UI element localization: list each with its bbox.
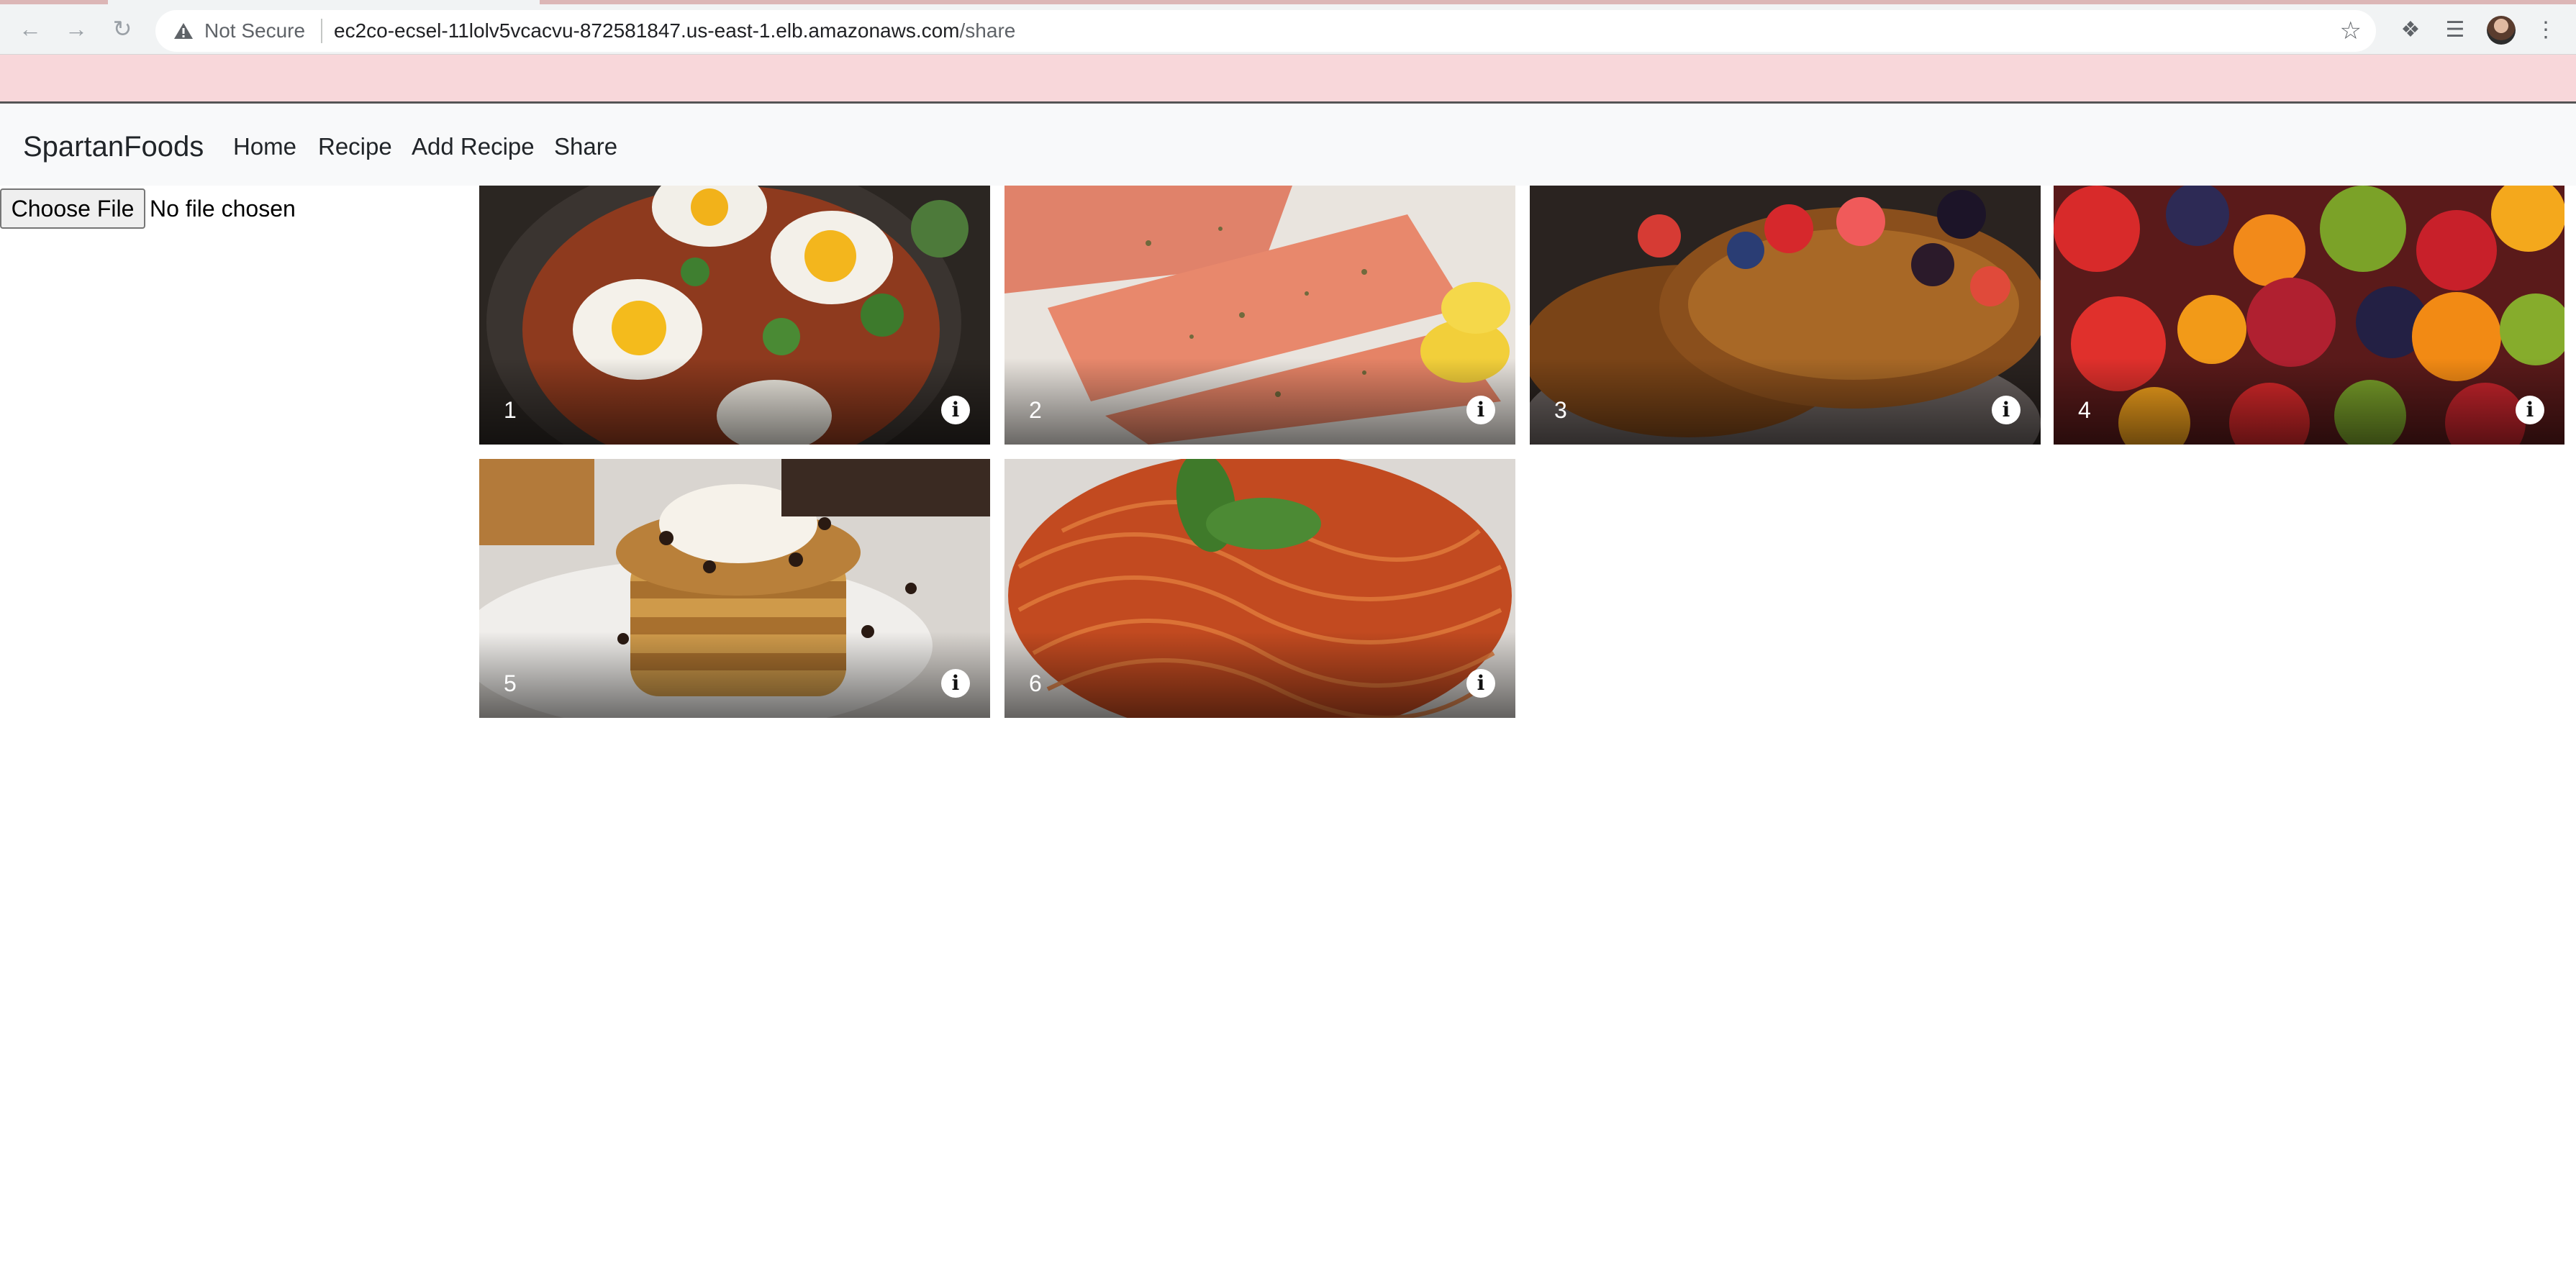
back-icon[interactable]: ← [16, 14, 45, 43]
caption-shade [2054, 358, 2564, 445]
item-number: 5 [504, 670, 517, 696]
info-icon[interactable]: i [941, 396, 970, 424]
nav-link-home[interactable]: Home [233, 132, 296, 161]
info-icon[interactable]: i [1466, 396, 1495, 424]
caption-shade [1004, 358, 1515, 445]
item-number: 6 [1029, 670, 1042, 696]
file-status: No file chosen [150, 196, 296, 222]
gallery-item[interactable]: 6 i [1004, 459, 1515, 718]
caption-shade [479, 632, 990, 718]
info-icon[interactable]: i [2516, 396, 2544, 424]
caption-shade [1530, 358, 2041, 445]
nav-link-recipe[interactable]: Recipe [318, 132, 392, 161]
active-tab[interactable] [108, 0, 540, 4]
item-number: 1 [504, 397, 517, 423]
url-path: /share [959, 19, 1016, 42]
item-number: 2 [1029, 397, 1042, 423]
divider [321, 19, 322, 43]
info-icon[interactable]: i [1992, 396, 2021, 424]
item-number: 3 [1554, 397, 1567, 423]
caption-shade [1004, 632, 1515, 718]
brand-logo[interactable]: SpartanFoods [23, 129, 204, 164]
forward-icon[interactable]: → [62, 14, 91, 43]
url-text[interactable]: ec2co-ecsel-11lolv5vcacvu-872581847.us-e… [334, 20, 1015, 42]
nav-link-add-recipe[interactable]: Add Recipe [412, 132, 535, 161]
gallery-item[interactable]: 3 i [1530, 186, 2041, 445]
gallery-item[interactable]: 5 i [479, 459, 990, 718]
reading-list-icon[interactable]: ☰ [2441, 16, 2470, 45]
alert-banner [0, 55, 2576, 104]
info-icon[interactable]: i [941, 669, 970, 698]
menu-icon[interactable]: ⋮ [2531, 16, 2560, 45]
bookmark-star-icon[interactable]: ☆ [2340, 19, 2362, 43]
navbar: SpartanFoods Home Recipe Add Recipe Shar… [0, 105, 2576, 186]
address-bar[interactable]: Not Secure ec2co-ecsel-11lolv5vcacvu-872… [155, 10, 2376, 52]
item-number: 4 [2078, 397, 2091, 423]
reload-icon[interactable]: ↻ [108, 14, 137, 43]
url-host: ec2co-ecsel-11lolv5vcacvu-872581847.us-e… [334, 19, 960, 42]
gallery-item[interactable]: 2 i [1004, 186, 1515, 445]
security-label: Not Secure [204, 19, 306, 42]
browser-toolbar: ← → ↻ Not Secure ec2co-ecsel-11lolv5vcac… [0, 0, 2576, 55]
profile-avatar[interactable] [2487, 16, 2516, 45]
gallery-item[interactable]: 4 i [2054, 186, 2564, 445]
tab-strip [0, 0, 2576, 4]
extensions-icon[interactable]: ❖ [2396, 16, 2425, 45]
nav-link-share[interactable]: Share [554, 132, 617, 161]
choose-file-button[interactable]: Choose File [0, 188, 145, 229]
warning-icon [174, 23, 193, 39]
info-icon[interactable]: i [1466, 669, 1495, 698]
gallery-item[interactable]: 1 i [479, 186, 990, 445]
caption-shade [479, 358, 990, 445]
